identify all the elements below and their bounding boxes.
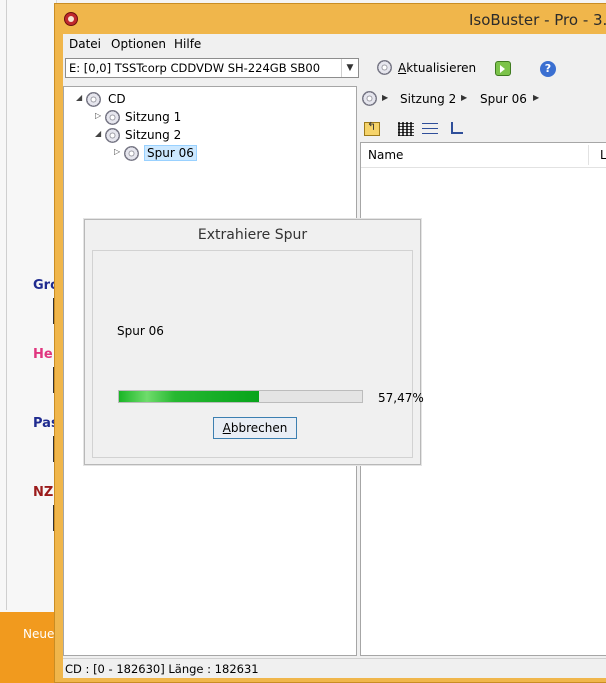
cd-refresh-icon — [377, 60, 392, 75]
progress-fill — [119, 391, 259, 402]
column-divider[interactable] — [588, 145, 589, 165]
details-view-icon[interactable] — [398, 122, 414, 136]
extract-icon[interactable] — [495, 61, 511, 76]
collapse-icon[interactable]: ◢ — [95, 129, 103, 138]
tree-node-session-2-label: Sitzung 2 — [125, 128, 182, 142]
expand-icon[interactable]: ▷ — [95, 111, 103, 120]
background-label-4: NZ — [33, 485, 54, 500]
tree-view-icon[interactable] — [451, 122, 463, 134]
breadcrumb-item-track-06[interactable]: Spur 06 — [480, 92, 527, 106]
view-toolbar — [360, 116, 606, 140]
expand-icon[interactable]: ▷ — [114, 147, 122, 156]
list-view-icon[interactable] — [422, 122, 438, 136]
dialog-track-name: Spur 06 — [117, 324, 164, 338]
status-bar: CD : [0 - 182630] Länge : 182631 — [63, 658, 606, 679]
tree-node-cd-label: CD — [108, 92, 126, 106]
menu-hilfe[interactable]: Hilfe — [174, 37, 201, 51]
column-header-name[interactable]: Name — [368, 148, 403, 162]
breadcrumb: ▶ Sitzung 2 ▶ Spur 06 ▶ — [360, 86, 606, 112]
help-icon[interactable]: ? — [540, 61, 556, 77]
background-footer[interactable]: Neuen — [0, 612, 62, 683]
drive-select-value: E: [0,0] TSSTcorp CDDVDW SH-224GB SB00 — [69, 61, 321, 75]
chevron-right-icon[interactable]: ▶ — [382, 93, 388, 102]
menu-bar: Datei Optionen Hilfe — [63, 34, 606, 54]
breadcrumb-item-session-2[interactable]: Sitzung 2 — [400, 92, 456, 106]
chevron-right-icon[interactable]: ▶ — [533, 93, 539, 102]
status-text: CD : [0 - 182630] Länge : 182631 — [65, 662, 259, 676]
background-app: Gro He Pas NZ Neuen — [0, 0, 62, 683]
track-icon — [124, 146, 139, 161]
tree-node-session-1-label: Sitzung 1 — [125, 110, 182, 124]
session-icon — [105, 128, 120, 143]
menu-datei[interactable]: Datei — [69, 37, 101, 51]
title-bar[interactable]: IsoBuster - Pro - 3.7 — [55, 4, 606, 34]
window-title: IsoBuster - Pro - 3.7 — [469, 11, 606, 29]
toolbar: E: [0,0] TSSTcorp CDDVDW SH-224GB SB00 ▼… — [63, 56, 606, 82]
cd-icon — [86, 92, 101, 107]
menu-optionen[interactable]: Optionen — [111, 37, 166, 51]
refresh-button[interactable]: Aktualisieren — [377, 60, 476, 78]
extract-dialog: Extrahiere Spur Spur 06 57,47% Abbrechen — [84, 219, 424, 465]
collapse-icon[interactable]: ◢ — [76, 93, 84, 102]
chevron-right-icon[interactable]: ▶ — [461, 93, 467, 102]
background-divider — [6, 0, 7, 610]
refresh-button-label: Aktualisieren — [398, 61, 477, 75]
file-list-header: Name L — [361, 143, 606, 168]
chevron-down-icon[interactable]: ▼ — [341, 59, 358, 77]
session-icon — [105, 110, 120, 125]
drive-select[interactable]: E: [0,0] TSSTcorp CDDVDW SH-224GB SB00 ▼ — [65, 58, 359, 78]
folder-up-icon[interactable] — [364, 120, 380, 136]
dialog-title: Extrahiere Spur — [197, 227, 308, 243]
cancel-button[interactable]: Abbrechen — [213, 417, 297, 439]
column-header-next[interactable]: L — [600, 148, 606, 162]
isobuster-app-icon[interactable] — [64, 12, 78, 26]
background-label-2: He — [33, 347, 53, 362]
cd-root-icon[interactable] — [362, 91, 377, 106]
progress-bar — [118, 390, 363, 403]
dialog-body: Spur 06 57,47% Abbrechen — [92, 250, 424, 458]
progress-percent: 57,47% — [378, 391, 424, 405]
tree-node-track-06-label: Spur 06 — [144, 145, 197, 161]
